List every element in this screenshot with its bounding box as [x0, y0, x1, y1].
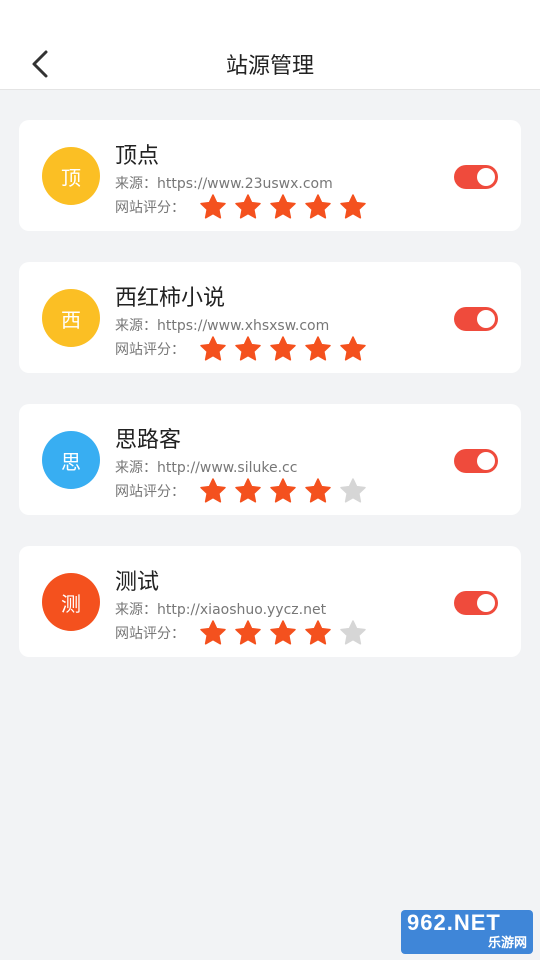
source-avatar: 测	[42, 573, 100, 631]
star-filled-icon	[305, 194, 331, 219]
star-filled-icon	[305, 620, 331, 645]
star-filled-icon	[340, 194, 366, 219]
toggle-knob	[477, 168, 495, 186]
toggle-knob	[477, 452, 495, 470]
star-filled-icon	[200, 620, 226, 645]
source-enable-toggle[interactable]	[454, 165, 498, 189]
rating-label: 网站评分：	[115, 484, 185, 500]
source-avatar: 思	[42, 431, 100, 489]
rating-stars	[199, 193, 374, 221]
source-enable-toggle[interactable]	[454, 449, 498, 473]
star-filled-icon	[270, 478, 296, 503]
rating-label: 网站评分：	[115, 200, 185, 216]
source-url: 来源：http://www.siluke.cc	[115, 460, 298, 476]
source-url: 来源：https://www.xhsxsw.com	[115, 318, 330, 334]
rating-row: 网站评分：	[115, 476, 374, 506]
source-name: 顶点	[115, 144, 160, 169]
star-filled-icon	[200, 194, 226, 219]
rating-stars	[199, 335, 374, 363]
source-list: 顶 顶点 来源：https://www.23uswx.com 网站评分： 西 西…	[19, 120, 521, 688]
source-card[interactable]: 顶 顶点 来源：https://www.23uswx.com 网站评分：	[19, 120, 521, 231]
rating-row: 网站评分：	[115, 334, 374, 364]
star-filled-icon	[235, 478, 261, 503]
source-card[interactable]: 思 思路客 来源：http://www.siluke.cc 网站评分：	[19, 404, 521, 515]
page-title: 站源管理	[225, 54, 314, 79]
source-name: 测试	[115, 570, 160, 595]
source-url: 来源：https://www.23uswx.com	[115, 176, 333, 192]
star-filled-icon	[200, 478, 226, 503]
star-empty-icon	[340, 478, 366, 503]
star-filled-icon	[235, 620, 261, 645]
toggle-knob	[477, 594, 495, 612]
star-filled-icon	[235, 336, 261, 361]
star-filled-icon	[305, 478, 331, 503]
source-url: 来源：http://xiaoshuo.yycz.net	[115, 602, 327, 618]
source-avatar: 西	[42, 289, 100, 347]
star-filled-icon	[305, 336, 331, 361]
source-avatar: 顶	[42, 147, 100, 205]
rating-label: 网站评分：	[115, 626, 185, 642]
source-name: 西红柿小说	[115, 286, 226, 311]
rating-row: 网站评分：	[115, 618, 374, 648]
rating-label: 网站评分：	[115, 342, 185, 358]
source-card[interactable]: 测 测试 来源：http://xiaoshuo.yycz.net 网站评分：	[19, 546, 521, 657]
star-filled-icon	[235, 194, 261, 219]
rating-row: 网站评分：	[115, 192, 374, 222]
watermark-top: 962.NET	[407, 910, 501, 935]
star-empty-icon	[340, 620, 366, 645]
source-enable-toggle[interactable]	[454, 591, 498, 615]
star-filled-icon	[200, 336, 226, 361]
star-filled-icon	[270, 194, 296, 219]
rating-stars	[199, 477, 374, 505]
source-card[interactable]: 西 西红柿小说 来源：https://www.xhsxsw.com 网站评分：	[19, 262, 521, 373]
toggle-knob	[477, 310, 495, 328]
star-filled-icon	[340, 336, 366, 361]
source-name: 思路客	[115, 428, 182, 453]
site-watermark-logo: 962.NET 乐游网	[401, 910, 533, 954]
source-enable-toggle[interactable]	[454, 307, 498, 331]
rating-stars	[199, 619, 374, 647]
app-header: 站源管理	[0, 0, 540, 90]
watermark-bottom: 乐游网	[487, 935, 527, 950]
star-filled-icon	[270, 336, 296, 361]
star-filled-icon	[270, 620, 296, 645]
